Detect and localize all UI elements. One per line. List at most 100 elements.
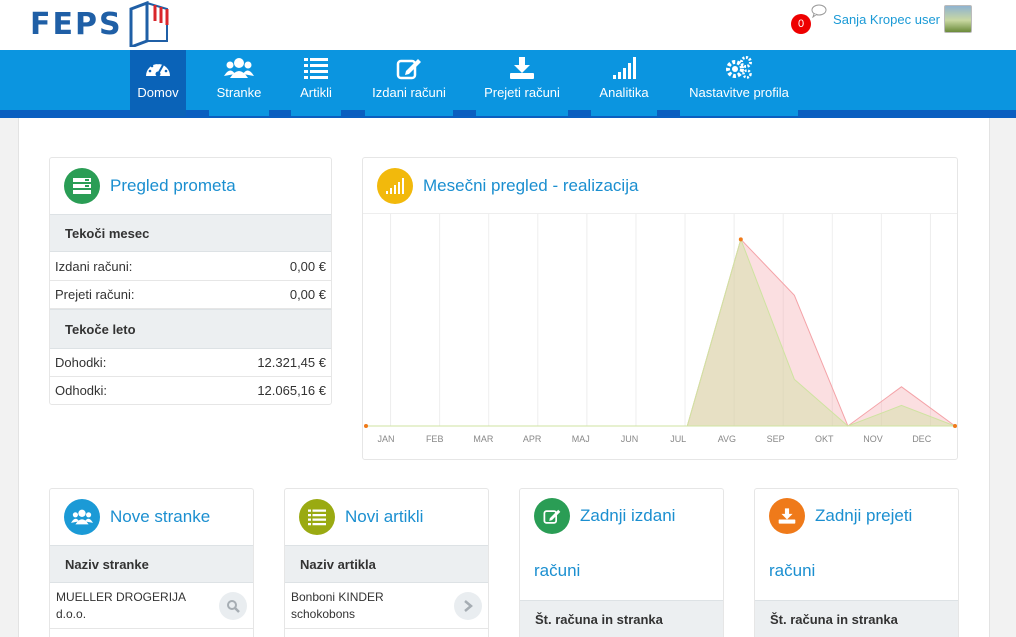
nav-item-artikli[interactable]: Artikli: [291, 50, 341, 116]
row-value: 12.065,16 €: [257, 383, 326, 398]
panel-title-line2: računi: [769, 561, 816, 580]
signal-icon: [613, 57, 636, 79]
signal-icon: [377, 167, 413, 204]
notifications[interactable]: 0: [791, 4, 827, 34]
monthly-overview-panel: Mesečni pregled - realizacija JAN FEB MAR A…: [362, 157, 958, 460]
x-tick-label: SEP: [767, 434, 785, 444]
avatar[interactable]: [944, 5, 972, 33]
x-tick-label: JUL: [670, 434, 686, 444]
data-point: [953, 424, 957, 428]
row-value: 0,00 €: [289, 259, 326, 274]
panel-title: Nove stranke: [110, 507, 211, 526]
series-area-0: [366, 238, 957, 427]
nav-item-nastavitve-profila[interactable]: Nastavitve profila: [680, 50, 798, 116]
x-tick-label: FEB: [426, 434, 444, 444]
nav-item-prejeti-racuni[interactable]: Prejeti računi: [476, 50, 568, 116]
client-name: MUELLER DROGERIJA d.o.o.: [56, 589, 186, 621]
user-name-link[interactable]: Sanja Kropec user: [833, 12, 940, 27]
nav-label: Domov: [137, 85, 179, 100]
panel-title: Novi artikli: [345, 507, 424, 526]
new-items-panel: Novi artikli Naziv artikla Bonboni KINDE…: [284, 488, 489, 637]
nav-label: Analitika: [599, 85, 649, 100]
panel-header: Mesečni pregled - realizacija: [363, 158, 957, 214]
chat-bubble-icon: [811, 4, 827, 18]
nav-underline: [209, 110, 269, 116]
data-point: [738, 237, 743, 242]
table-row: Prejeti računi: 0,00 €: [50, 281, 331, 309]
row-value: 0,00 €: [289, 287, 326, 302]
feps-logo[interactable]: FEPS: [30, 0, 171, 48]
nav-label: Stranke: [216, 85, 262, 100]
row-value: 12.321,45 €: [257, 355, 326, 370]
x-tick-label: APR: [523, 434, 542, 444]
x-tick-label: JAN: [377, 434, 394, 444]
gears-icon: [726, 56, 752, 79]
data-point: [364, 424, 368, 428]
nav-underline: [291, 110, 341, 116]
row-label: Odhodki:: [55, 383, 108, 398]
panel-title: Mesečni pregled - realizacija: [423, 175, 639, 195]
panel-title-line2: računi: [534, 561, 581, 580]
last-received-panel: Zadnji prejeti računi Št. računa in stra…: [754, 488, 959, 637]
panel-title: Pregled prometa: [110, 176, 236, 195]
column-header: Št. računa in stranka: [520, 600, 723, 637]
x-tick-label: AVG: [718, 434, 736, 444]
panel-header: Nove stranke: [50, 489, 253, 545]
panel-title-line1: Zadnji prejeti: [815, 506, 913, 525]
search-button[interactable]: [219, 591, 247, 620]
new-clients-panel: Nove stranke Naziv stranke MUELLER DROGE…: [49, 488, 254, 637]
nav-underline: [591, 110, 657, 116]
chevron-right-icon: [464, 599, 473, 612]
nav-underline: [680, 110, 798, 116]
section-heading: Tekoče leto: [50, 309, 331, 349]
row-label: Izdani računi:: [55, 259, 133, 274]
panel-header: Novi artikli: [285, 489, 488, 545]
nav-underline: [476, 110, 568, 116]
top-header: FEPS 0 Sanja Kropec user: [0, 0, 1016, 50]
x-tick-label: MAR: [473, 434, 494, 444]
row-label: Prejeti računi:: [55, 287, 135, 302]
panel-header: Zadnji izdani računi: [520, 489, 723, 600]
download-icon: [510, 57, 534, 79]
monthly-area-chart: JAN FEB MAR APR MAJ JUN JUL AVG SEP OKT NOV DEC: [364, 214, 957, 444]
x-tick-label: OKT: [815, 434, 834, 444]
notification-badge: 0: [791, 14, 812, 34]
panel-header: Pregled prometa: [50, 158, 331, 214]
list-icon: [304, 58, 328, 79]
table-row: Odhodki: 12.065,16 €: [50, 377, 331, 405]
panel-title-line1: Zadnji izdani: [580, 506, 676, 525]
search-icon: [227, 599, 240, 613]
nav-item-domov[interactable]: Domov: [130, 50, 186, 116]
nav-label: Nastavitve profila: [689, 85, 789, 100]
users-icon: [64, 499, 100, 535]
row-label: Dohodki:: [55, 355, 107, 370]
server-icon: [64, 168, 100, 204]
list-icon: [299, 499, 335, 535]
x-tick-label: DEC: [912, 434, 932, 444]
logo-text: FEPS: [30, 6, 123, 42]
x-tick-label: NOV: [863, 434, 883, 444]
section-heading: Tekoči mesec: [50, 214, 331, 252]
list-item[interactable]: MUELLER DROGERIJA d.o.o.: [50, 583, 253, 629]
nav-underline: [365, 110, 453, 116]
open-button[interactable]: [454, 591, 482, 620]
column-header: Naziv artikla: [285, 545, 488, 583]
last-issued-panel: Zadnji izdani računi Št. računa in stran…: [519, 488, 724, 637]
nav-label: Izdani računi: [372, 85, 446, 100]
panel-header: Zadnji prejeti računi: [755, 489, 958, 600]
list-item[interactable]: Bonboni KINDER schokobons: [285, 583, 488, 629]
nav-label: Prejeti računi: [484, 85, 560, 100]
nav-item-analitika[interactable]: Analitika: [591, 50, 657, 116]
item-name: Bonboni KINDER schokobons: [291, 589, 384, 621]
x-tick-label: JUN: [621, 434, 639, 444]
table-row: Dohodki: 12.321,45 €: [50, 349, 331, 377]
nav-label: Artikli: [300, 85, 332, 100]
logo-mark-icon: [129, 1, 169, 47]
column-header: Naziv stranke: [50, 545, 253, 583]
table-row: Izdani računi: 0,00 €: [50, 252, 331, 281]
download-icon: [769, 498, 805, 534]
nav-item-stranke[interactable]: Stranke: [209, 50, 269, 116]
edit-icon: [396, 59, 421, 80]
series-area-1: [366, 237, 956, 427]
nav-item-izdani-racuni[interactable]: Izdani računi: [365, 50, 453, 116]
